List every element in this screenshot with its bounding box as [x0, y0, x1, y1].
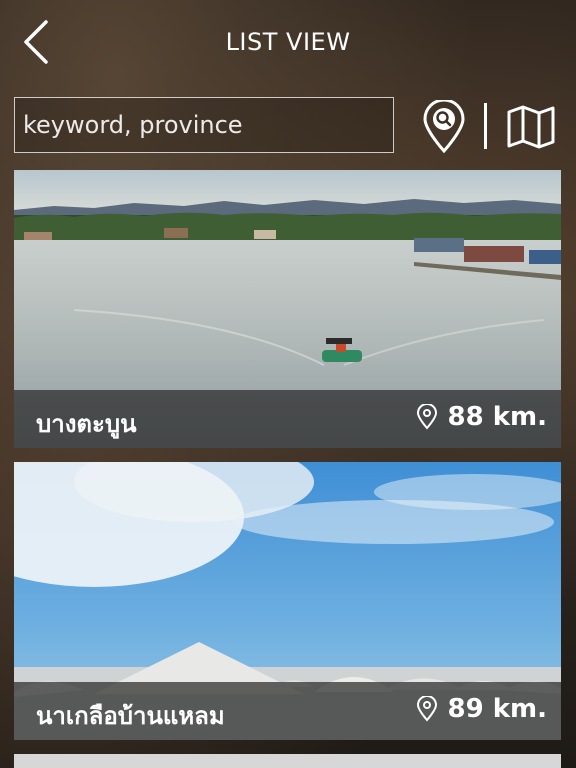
- place-card[interactable]: [14, 754, 561, 768]
- place-name: นาเกลือบ้านแหลม: [36, 702, 225, 730]
- map-icon: [507, 105, 555, 149]
- place-card[interactable]: บางตะบูน 88 km.: [14, 170, 561, 448]
- card-caption: นาเกลือบ้านแหลม 89 km.: [14, 682, 561, 740]
- location-pin-icon: [416, 404, 437, 430]
- toolbar-divider: [484, 103, 487, 149]
- distance-value: 88 km.: [447, 402, 548, 432]
- top-bar: LIST VIEW: [0, 0, 576, 84]
- map-view-button[interactable]: [506, 104, 556, 150]
- card-caption: บางตะบูน 88 km.: [14, 390, 561, 448]
- location-search-icon: [423, 98, 465, 154]
- place-card[interactable]: นาเกลือบ้านแหลม 89 km.: [14, 462, 561, 740]
- distance-value: 89 km.: [447, 694, 548, 724]
- location-pin-icon: [416, 696, 437, 722]
- search-input[interactable]: [14, 97, 394, 153]
- location-search-button[interactable]: [422, 98, 466, 154]
- distance: 88 km.: [416, 402, 548, 432]
- page-title: LIST VIEW: [225, 28, 351, 56]
- distance: 89 km.: [416, 694, 548, 724]
- place-name: บางตะบูน: [36, 410, 137, 438]
